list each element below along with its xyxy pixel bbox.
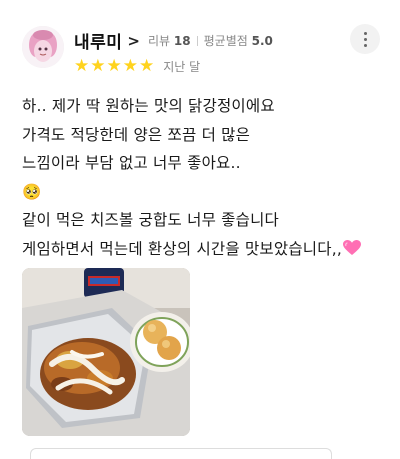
user-info-row: 내루미 > 리뷰 18 평균별점 5.0 (74, 28, 273, 54)
average-rating-label: 평균별점 (203, 34, 248, 48)
star-icon: ★ (122, 56, 138, 76)
avatar[interactable] (22, 26, 64, 68)
review-line: 하.. 제가 딱 원하는 맛의 닭강정이에요 (22, 97, 275, 115)
avatar-character-icon (22, 26, 64, 68)
food-photo-image (22, 268, 190, 436)
chevron-right-icon[interactable]: > (127, 32, 140, 50)
more-options-button[interactable] (350, 24, 380, 54)
pleading-face-icon: 🥺 (22, 182, 42, 201)
star-rating: ★ ★ ★ ★ ★ (74, 58, 154, 75)
more-dot (363, 37, 367, 41)
review-line: 느낌이라 부담 없고 너무 좋아요.. (22, 154, 241, 172)
average-rating-value: 5.0 (251, 34, 273, 48)
review-count-value: 18 (173, 34, 191, 48)
more-dot (363, 31, 367, 35)
next-section-edge (30, 448, 332, 459)
review-count-label: 리뷰 (148, 34, 171, 48)
review-line-text: 게임하면서 먹는데 환상의 시간을 맛보았습니다,, (22, 239, 342, 258)
review-line: 게임하면서 먹는데 환상의 시간을 맛보았습니다,, (22, 235, 386, 264)
more-dot (363, 43, 367, 47)
average-rating: 평균별점 5.0 (204, 32, 273, 49)
review-line: 🥺 (22, 178, 386, 207)
review-date: 지난 달 (163, 60, 201, 74)
review-header: 내루미 > 리뷰 18 평균별점 5.0 ★ ★ ★ ★ ★ 지난 달 (22, 24, 380, 84)
review-line: 같이 먹은 치즈볼 궁합도 너무 좋습니다 (22, 211, 279, 230)
star-icon: ★ (139, 56, 155, 76)
meta-divider (196, 35, 198, 46)
rating-row: ★ ★ ★ ★ ★ 지난 달 (74, 58, 200, 75)
star-icon: ★ (90, 56, 106, 76)
star-icon: ★ (74, 56, 90, 76)
user-name[interactable]: 내루미 (74, 28, 122, 53)
review-text: 하.. 제가 딱 원하는 맛의 닭강정이에요 가격도 적당한데 양은 쪼끔 더 … (22, 92, 386, 263)
review-line: 가격도 적당한데 양은 쪼끔 더 많은 (22, 125, 251, 144)
review-photo[interactable] (22, 268, 190, 436)
review-count: 리뷰 18 (148, 32, 191, 49)
star-icon: ★ (106, 56, 122, 76)
pink-heart-icon (342, 239, 361, 255)
